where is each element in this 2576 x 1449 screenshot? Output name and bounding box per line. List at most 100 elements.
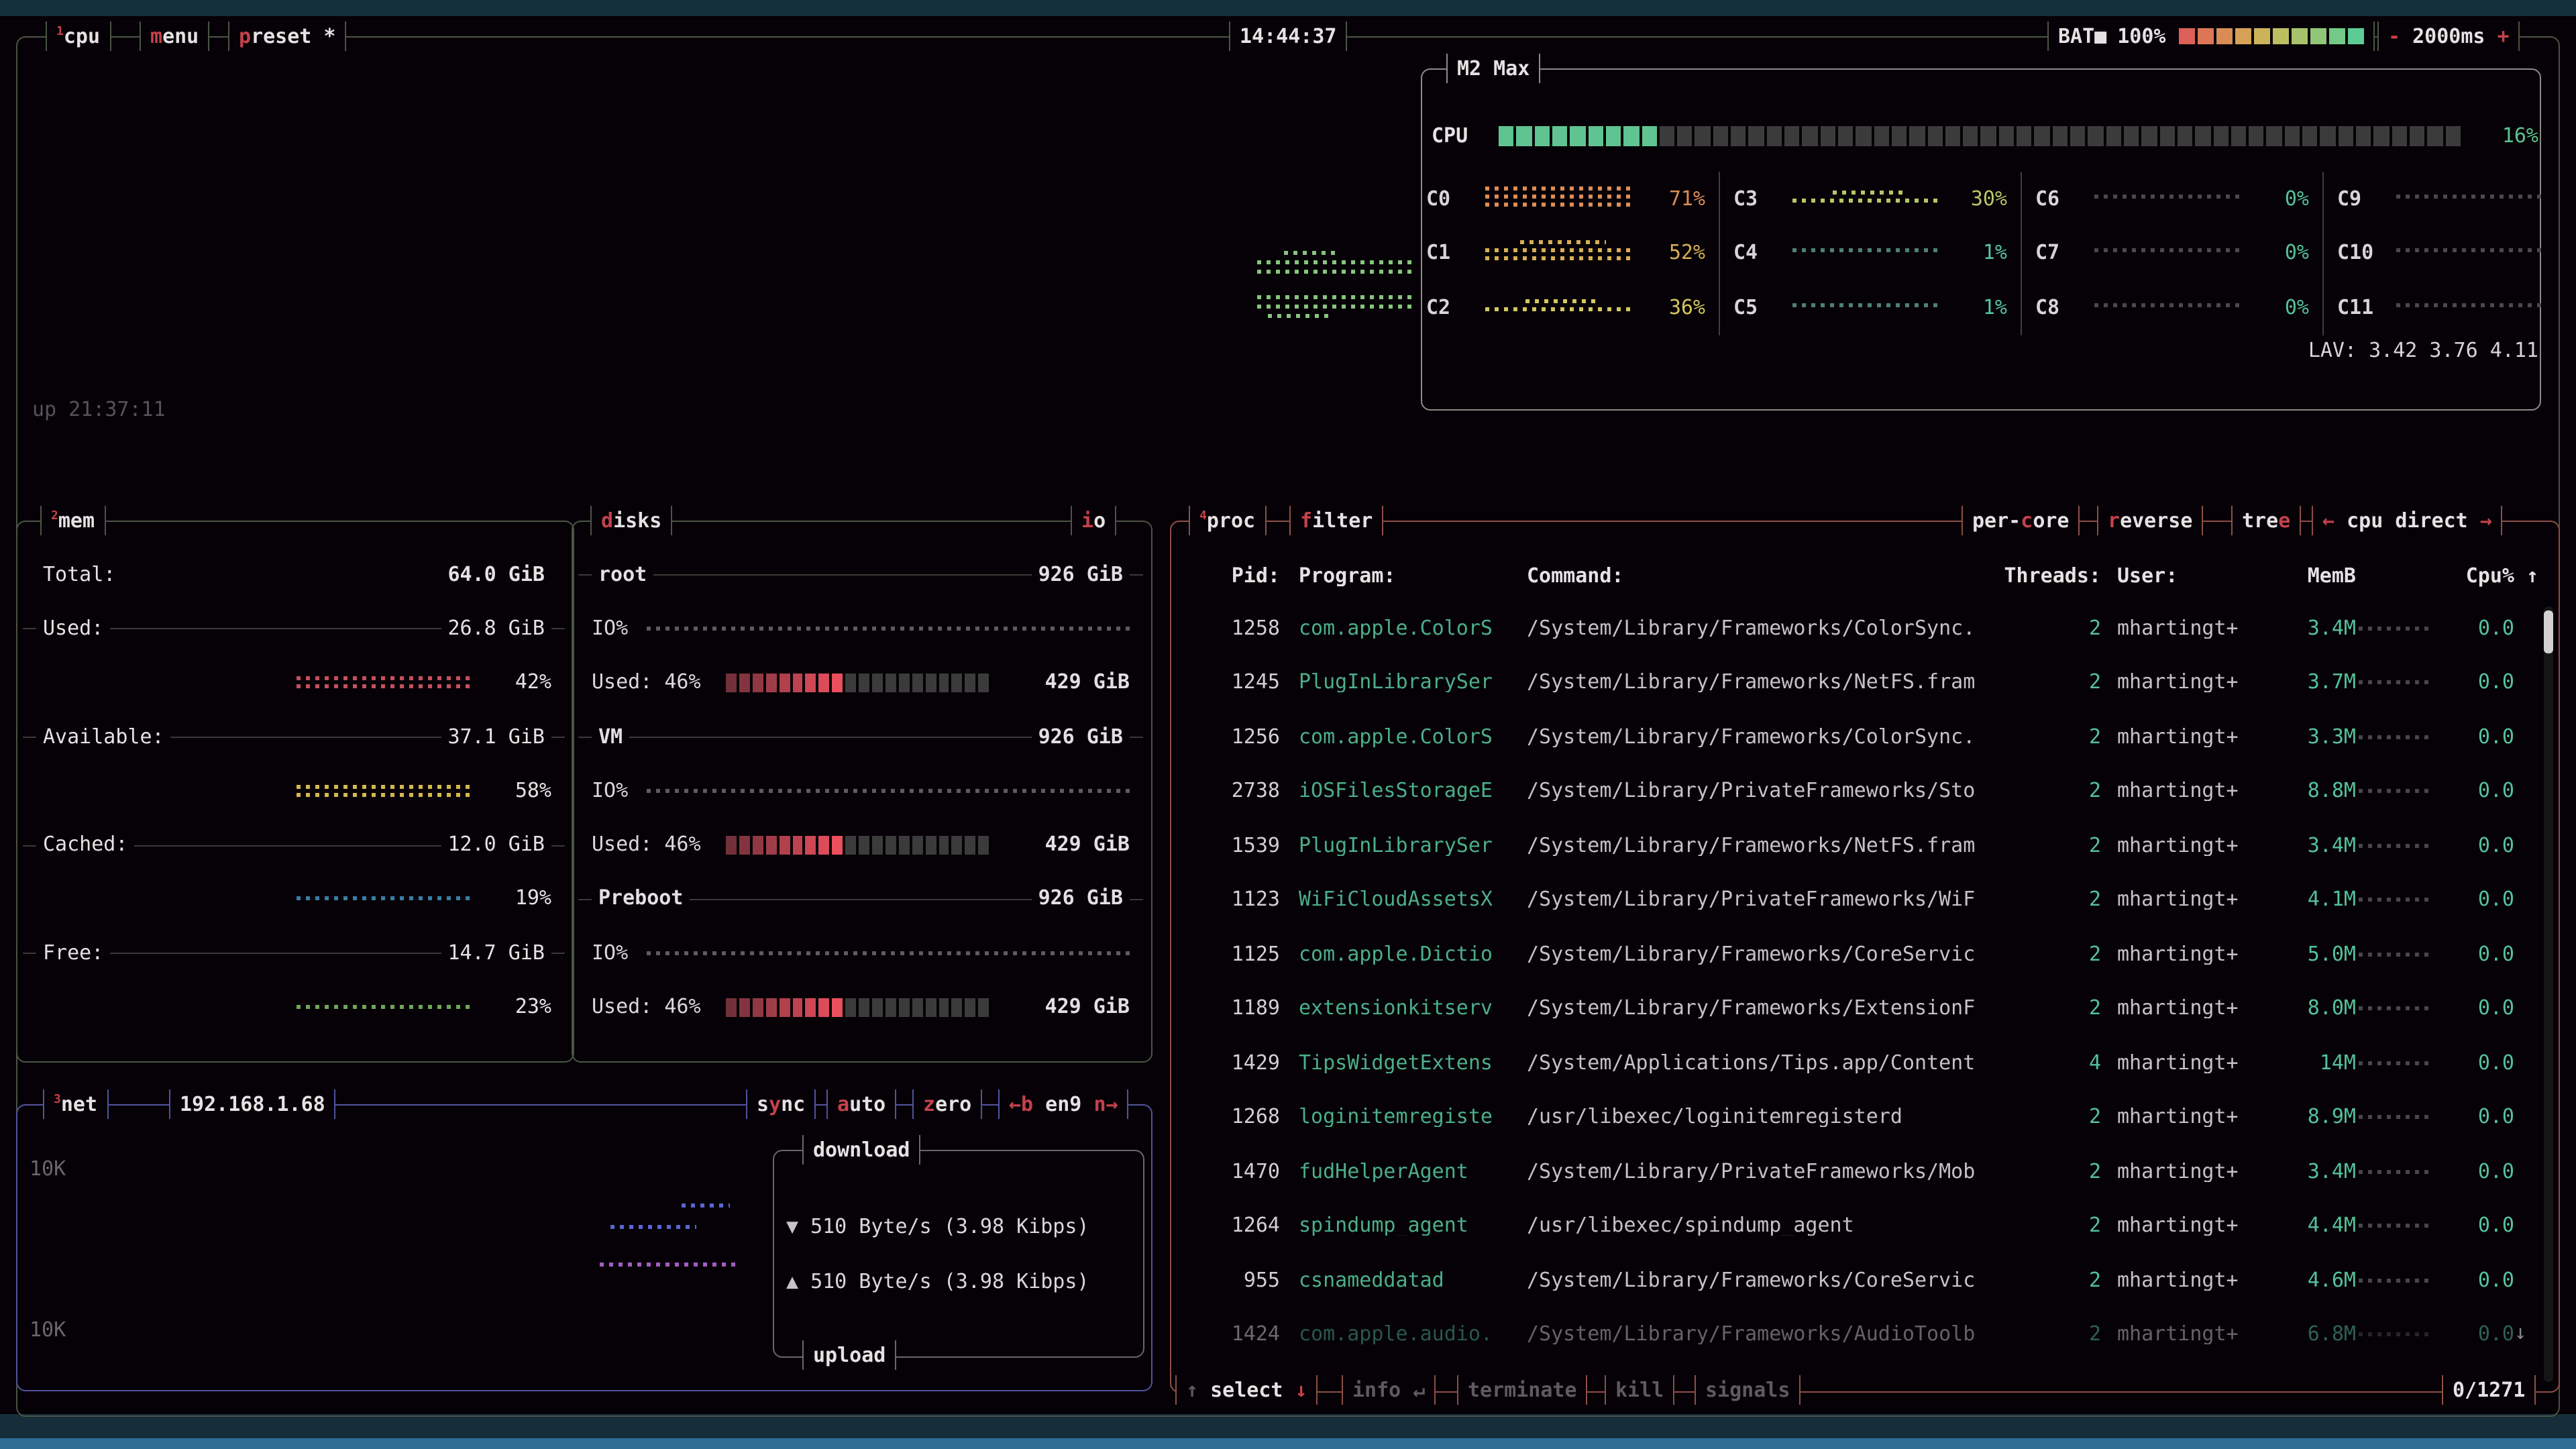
- proc-kill-button[interactable]: kill: [1605, 1375, 1674, 1405]
- cpu-bar-segment: [1784, 125, 1800, 146]
- cpu-bar-segment: [1695, 125, 1711, 146]
- cpu-total-percent: 16%: [2477, 125, 2538, 146]
- battery-cell: [2180, 28, 2196, 44]
- disks-io-toggle[interactable]: io: [1071, 506, 1116, 535]
- process-row[interactable]: 1125com.apple.Dictio/System/Library/Fram…: [1173, 927, 2544, 981]
- cpu-bar-segment: [1856, 125, 1872, 146]
- process-row[interactable]: 1424com.apple.audio./System/Library/Fram…: [1173, 1307, 2544, 1362]
- mem-total-value: 64.0 GiB: [441, 564, 552, 584]
- proc-tree-toggle[interactable]: tree: [2231, 506, 2301, 535]
- cpu-bar-segment: [1999, 125, 2015, 146]
- cpu-bar-segment: [2320, 125, 2336, 146]
- process-row[interactable]: 1189extensionkitserv/System/Library/Fram…: [1173, 981, 2544, 1036]
- dot-graph-row: [2359, 953, 2428, 957]
- proc-terminate-button[interactable]: terminate: [1457, 1375, 1588, 1405]
- battery-cell: [2349, 28, 2365, 44]
- cpu-bar-segment: [2070, 125, 2086, 146]
- dot-graph-row: [1485, 307, 1630, 311]
- column-cpu[interactable]: Cpu%: [2431, 566, 2514, 586]
- disk-io-row: IO%: [573, 602, 1148, 656]
- dot-graph-row: [2094, 249, 2239, 253]
- process-row[interactable]: 1258com.apple.ColorS/System/Library/Fram…: [1173, 601, 2544, 655]
- dot-graph-row: [2359, 790, 2428, 794]
- process-row[interactable]: 1268loginitemregiste/usr/libexec/loginit…: [1173, 1090, 2544, 1144]
- battery-gauge: [2177, 28, 2365, 44]
- tab-preset[interactable]: preset *: [228, 21, 347, 51]
- proc-filter-button[interactable]: filter: [1289, 506, 1383, 535]
- column-threads[interactable]: Threads:: [1983, 566, 2101, 586]
- process-row[interactable]: 1429TipsWidgetExtens/System/Applications…: [1173, 1036, 2544, 1090]
- proc-scrollbar-track[interactable]: [2544, 606, 2553, 1382]
- core-grid: C071%C152%C236%C330%C41%C51%C60%C70%C80%…: [1426, 172, 2538, 335]
- proc-reverse-toggle[interactable]: reverse: [2097, 506, 2203, 535]
- net-interface-switcher[interactable]: ←b en9 n→: [998, 1089, 1129, 1119]
- core-C7: C70%: [2021, 226, 2322, 280]
- net-sync-toggle[interactable]: sync: [746, 1089, 816, 1119]
- dot-graph-row: [647, 789, 1130, 793]
- cpu-bar-segment: [1963, 125, 1978, 146]
- core-C1: C152%: [1426, 226, 1719, 280]
- proc-scrollbar-thumb[interactable]: [2544, 610, 2553, 653]
- dot-graph-row: [2359, 1116, 2428, 1120]
- column-user[interactable]: User:: [2117, 566, 2257, 586]
- process-row[interactable]: 1245PlugInLibrarySer/System/Library/Fram…: [1173, 655, 2544, 710]
- proc-signals-button[interactable]: signals: [1695, 1375, 1801, 1405]
- core-C11: C110%: [2322, 280, 2576, 335]
- column-memb[interactable]: MemB: [2257, 566, 2356, 586]
- mem-free-value: 14.7 GiB: [441, 943, 552, 963]
- cpu-bar-segment: [1534, 125, 1550, 146]
- download-rate: 510 Byte/s (3.98 Kibps): [810, 1216, 1089, 1236]
- upload-arrow-icon: ▲: [786, 1271, 798, 1291]
- mem-title[interactable]: 2mem: [40, 506, 105, 535]
- tab-cpu[interactable]: 1cpu: [46, 21, 111, 51]
- cpu-bar-segment: [2231, 125, 2247, 146]
- proc-sort-selector[interactable]: ← cpu direct →: [2312, 506, 2503, 535]
- proc-table-header[interactable]: Pid: Program: Command: Threads: User: Me…: [1173, 561, 2544, 590]
- core-C10: C100%: [2322, 226, 2576, 280]
- mem-cached-percent: 19%: [487, 889, 551, 909]
- tab-menu[interactable]: menu: [140, 21, 209, 51]
- net-auto-toggle[interactable]: auto: [826, 1089, 896, 1119]
- dot-graph-row: [647, 951, 1130, 955]
- proc-info-button[interactable]: info ↵: [1342, 1375, 1436, 1405]
- proc-select-control[interactable]: ↑ select ↓: [1175, 1375, 1318, 1405]
- process-row[interactable]: 1256com.apple.ColorS/System/Library/Fram…: [1173, 710, 2544, 764]
- core-C3: C330%: [1719, 172, 2021, 226]
- window-chrome-bottom: [0, 1414, 2576, 1438]
- dot-graph-row: [1268, 314, 1330, 318]
- net-title[interactable]: 3net: [43, 1089, 108, 1119]
- column-program[interactable]: Program:: [1299, 566, 1527, 586]
- process-row[interactable]: 1470fudHelperAgent/System/Library/Privat…: [1173, 1144, 2544, 1199]
- column-command[interactable]: Command:: [1527, 566, 1983, 586]
- dot-graph-row: [1792, 249, 1937, 253]
- process-row[interactable]: 2738iOSFilesStorageE/System/Library/Priv…: [1173, 764, 2544, 818]
- column-pid[interactable]: Pid:: [1173, 566, 1280, 586]
- cpu-bar-segment: [1660, 125, 1675, 146]
- net-zero-toggle[interactable]: zero: [912, 1089, 982, 1119]
- battery-icon: BAT■: [2058, 21, 2106, 51]
- proc-title[interactable]: 4proc: [1189, 506, 1266, 535]
- proc-percore-toggle[interactable]: per-core: [1962, 506, 2080, 535]
- process-row[interactable]: 1539PlugInLibrarySer/System/Library/Fram…: [1173, 818, 2544, 873]
- cpu-bar-segment: [1606, 125, 1621, 146]
- dot-graph-row: [2396, 249, 2541, 253]
- cpu-bar-segment: [2356, 125, 2371, 146]
- cpu-bar-segment: [1749, 125, 1764, 146]
- download-title: download: [802, 1135, 921, 1165]
- scroll-down-icon: ↓: [2514, 1323, 2526, 1343]
- process-row[interactable]: 955csnameddatad/System/Library/Framework…: [1173, 1253, 2544, 1307]
- cpu-host-title: M2 Max: [1446, 54, 1540, 83]
- cpu-bar-segment: [2374, 125, 2390, 146]
- process-row[interactable]: 1264spindump_agent/usr/libexec/spindump_…: [1173, 1199, 2544, 1253]
- upload-rate: 510 Byte/s (3.98 Kibps): [810, 1271, 1089, 1291]
- battery-percent: 100%: [2117, 21, 2165, 51]
- battery-indicator: BAT■ 100%: [2047, 21, 2375, 51]
- process-row[interactable]: 1123WiFiCloudAssetsX/System/Library/Priv…: [1173, 873, 2544, 927]
- disks-title[interactable]: disks: [590, 506, 672, 535]
- mem-available-meter-row: 58%: [17, 763, 570, 818]
- dot-graph-row: [1284, 251, 1338, 255]
- cpu-bar-segment: [1766, 125, 1782, 146]
- update-interval-control[interactable]: - 2000ms +: [2377, 21, 2520, 51]
- cpu-total-row: CPU 16%: [1432, 121, 2538, 150]
- dot-graph-row: [2396, 303, 2541, 307]
